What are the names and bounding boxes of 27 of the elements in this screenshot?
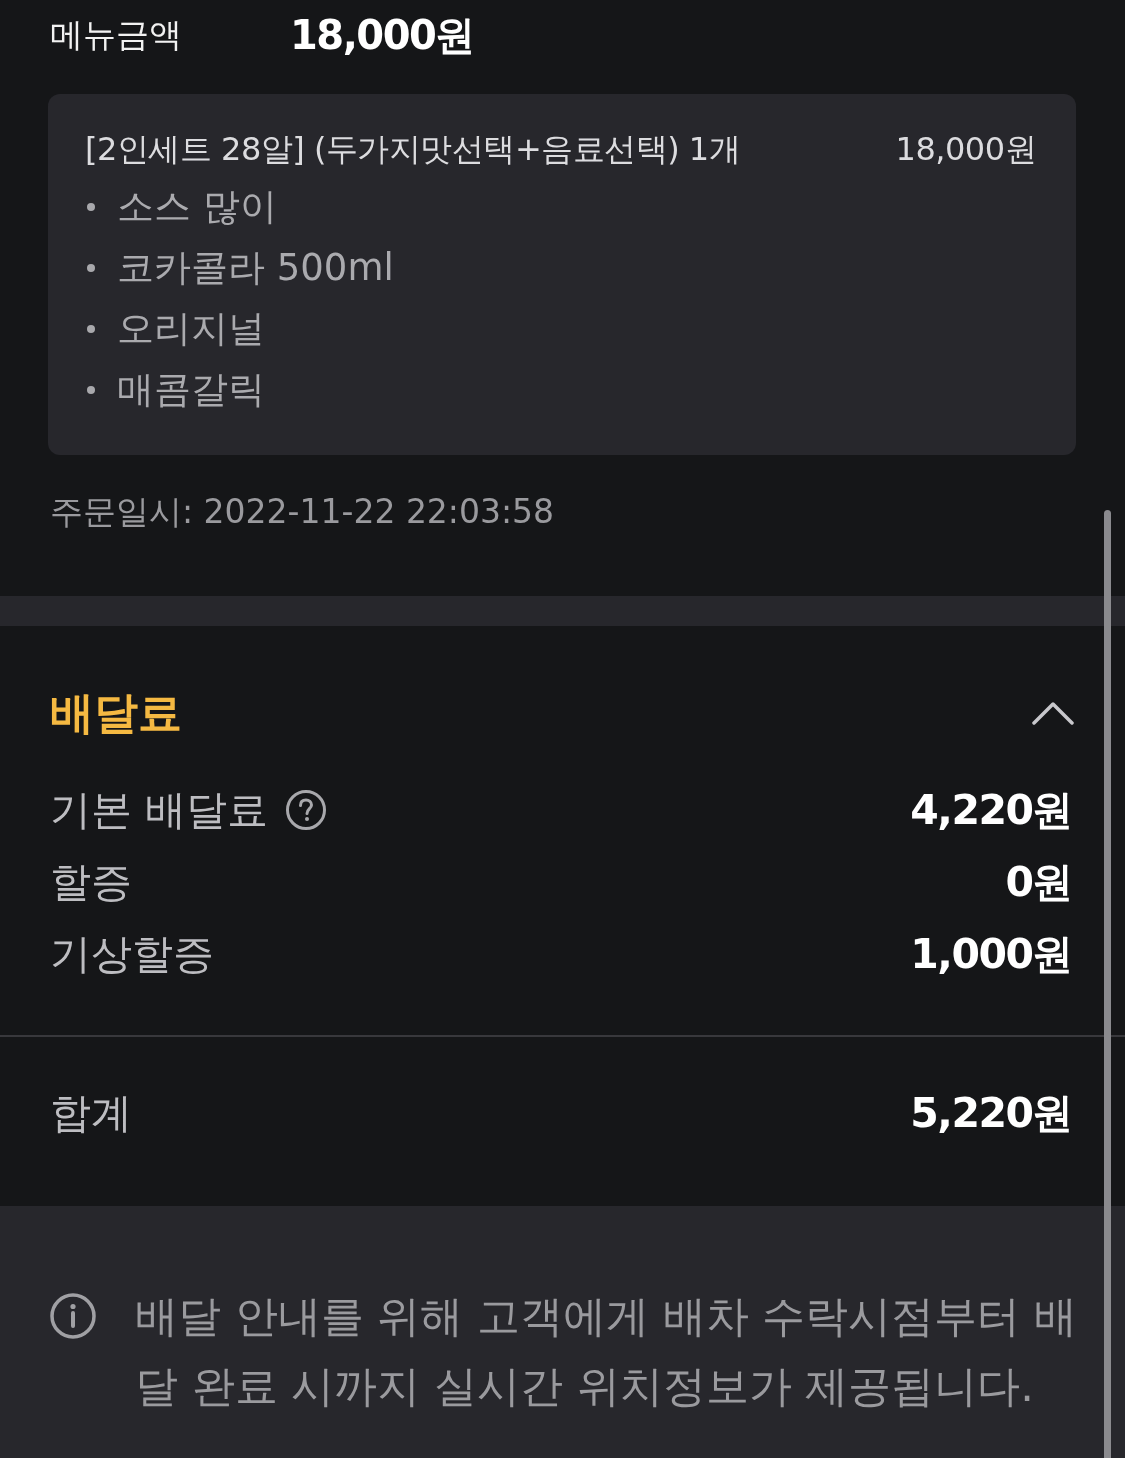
fee-amount: 0원 <box>1005 856 1072 908</box>
fee-amount: 1,000원 <box>910 928 1072 980</box>
item-option: 매콤갈릭 <box>117 364 265 415</box>
item-price: 18,000원 <box>895 129 1036 170</box>
bullet-icon <box>87 202 95 211</box>
scrollbar-thumb[interactable] <box>1104 510 1111 1458</box>
item-option: 소스 많이 <box>117 181 277 232</box>
order-time: 주문일시: 2022-11-22 22:03:58 <box>50 491 555 533</box>
chevron-up-icon[interactable] <box>1032 701 1074 725</box>
total-label: 합계 <box>50 1087 132 1139</box>
notice-text: 배달 안내를 위해 고객에게 배차 수락시점부터 배달 완료 시까지 실시간 위치정보가 제공됩니다. <box>135 1290 1077 1413</box>
info-icon <box>50 1293 96 1339</box>
fee-amount: 4,220원 <box>910 784 1072 836</box>
bullet-icon <box>87 263 95 272</box>
bullet-icon <box>87 385 95 394</box>
fee-label: 기상할증 <box>50 928 214 980</box>
bullet-icon <box>87 324 95 333</box>
item-option: 코카콜라 500ml <box>117 242 394 293</box>
section-title: 배달료 <box>50 688 182 738</box>
menu-total-label: 메뉴금액 <box>50 14 183 56</box>
total-amount: 5,220원 <box>910 1087 1072 1139</box>
menu-total-amount: 18,000원 <box>290 11 474 60</box>
fee-label: 기본 배달료 <box>50 784 269 836</box>
fee-label: 할증 <box>50 856 132 908</box>
help-icon[interactable] <box>286 790 327 830</box>
item-name: [2인세트 28알] (두가지맛선택+음료선택) 1개 <box>85 129 741 170</box>
item-option: 오리지널 <box>117 303 265 354</box>
